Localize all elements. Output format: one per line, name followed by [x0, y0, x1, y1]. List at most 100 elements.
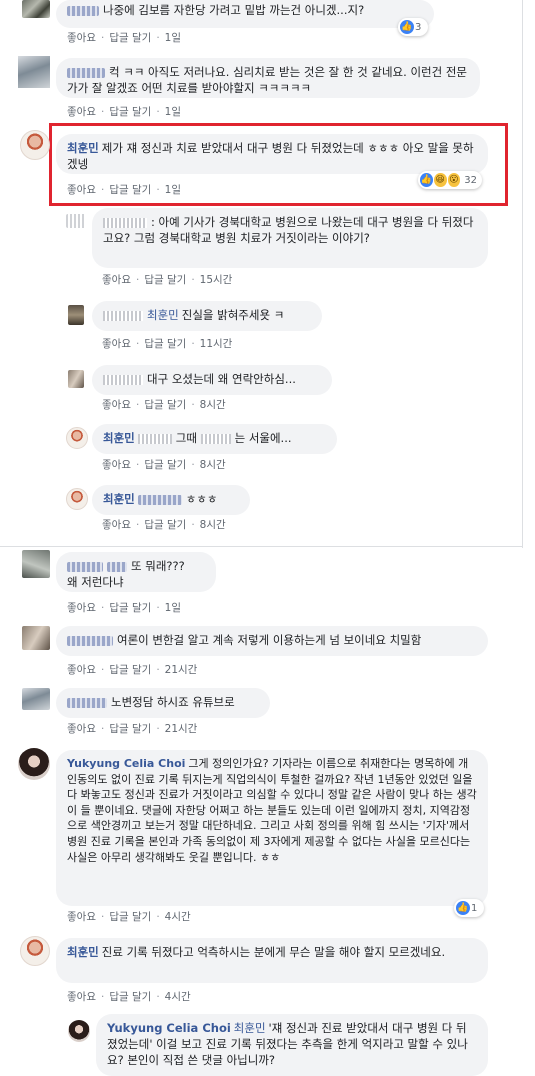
reaction-count[interactable]: 👍 😆 😮 32 — [418, 171, 482, 189]
comment-actions: 좋아요 · 답글 달기 · 1일 — [67, 106, 181, 118]
avatar-choi[interactable] — [20, 936, 50, 966]
comment-actions: 좋아요 · 답글 달기 · 4시간 — [67, 911, 191, 923]
comment-bubble: 최훈민 제가 쟤 정신과 치료 받았대서 대구 병원 다 뒤졌었는데 ㅎㅎㅎ 아오… — [56, 134, 488, 174]
comment-time[interactable]: 21시간 — [165, 664, 198, 676]
avatar[interactable] — [66, 214, 86, 228]
comment-time[interactable]: 1일 — [165, 184, 181, 196]
like-link[interactable]: 좋아요 — [67, 32, 96, 44]
thread-border — [522, 0, 523, 548]
comment-time[interactable]: 4시간 — [165, 911, 191, 923]
blurred-name — [103, 310, 143, 321]
avatar-celia[interactable] — [68, 1020, 90, 1042]
like-link[interactable]: 좋아요 — [102, 338, 131, 350]
reply-bubble: 최훈민 ㅎㅎㅎ — [92, 485, 250, 515]
like-link[interactable]: 좋아요 — [67, 911, 96, 923]
commenter-name[interactable]: 최훈민 — [67, 945, 99, 959]
like-link[interactable]: 좋아요 — [67, 664, 96, 676]
reply-text: ㅎㅎㅎ — [185, 492, 218, 506]
reply-actions: 좋아요 · 답글 달기 · 8시간 — [102, 399, 226, 411]
avatar-choi[interactable] — [66, 427, 88, 449]
comment-time[interactable]: 11시간 — [200, 338, 233, 350]
like-link[interactable]: 좋아요 — [102, 399, 131, 411]
like-link[interactable]: 좋아요 — [67, 106, 96, 118]
like-link[interactable]: 좋아요 — [67, 602, 96, 614]
like-link[interactable]: 좋아요 — [67, 184, 96, 196]
reply-link[interactable]: 답글 달기 — [109, 32, 151, 44]
commenter-name[interactable]: 최훈민 — [103, 431, 135, 445]
comment-bubble: 여론이 변한걸 알고 계속 저렇게 이용하는게 넘 보이네요 치밀함 — [56, 626, 488, 656]
avatar-celia[interactable] — [18, 748, 50, 780]
commenter-name[interactable]: 최훈민 — [67, 141, 99, 155]
comment-actions: 좋아요 · 답글 달기 · 1일 — [67, 184, 181, 196]
comment-actions: 좋아요 · 답글 달기 · 1일 — [67, 32, 181, 44]
reply-link[interactable]: 답글 달기 — [109, 184, 151, 196]
comment-bubble: 노변정담 하시죠 유튜브로 — [56, 688, 270, 718]
reply-link[interactable]: 답글 달기 — [144, 274, 186, 286]
like-link[interactable]: 좋아요 — [102, 459, 131, 471]
avatar[interactable] — [22, 550, 50, 578]
comment-time[interactable]: 1일 — [165, 32, 181, 44]
reply-link[interactable]: 답글 달기 — [109, 911, 151, 923]
commenter-name[interactable]: 최훈민 — [147, 308, 179, 322]
avatar[interactable] — [18, 56, 50, 88]
wow-reaction-icon: 😮 — [447, 173, 461, 187]
comment-time[interactable]: 1일 — [165, 106, 181, 118]
comment-bubble: 또 뭐래??? 왜 저런다냐 — [56, 552, 216, 592]
blurred-name — [67, 561, 103, 572]
comment-time[interactable]: 21시간 — [165, 723, 198, 735]
reply-text: : 아예 기사가 경북대학교 병원으로 나왔는데 대구 병원을 다 뒤졌다고요?… — [103, 215, 474, 245]
reply-link[interactable]: 답글 달기 — [109, 991, 151, 1003]
reply-link[interactable]: 답글 달기 — [109, 106, 151, 118]
reply-bubble: 최훈민 진실을 밝혀주세욧 ㅋ — [92, 301, 322, 331]
reply-link[interactable]: 답글 달기 — [109, 723, 151, 735]
comment-text: 진료 기록 뒤졌다고 억측하시는 분에게 무슨 말을 해야 할지 모르겠네요. — [101, 945, 446, 959]
commenter-name[interactable]: Yukyung Celia Choi — [67, 757, 185, 770]
comment-text: 컥 ㅋㅋ 아직도 저러나요. 심리치료 받는 것은 잘 한 것 같네요. 이런건… — [67, 65, 467, 95]
section-divider — [0, 546, 523, 547]
like-link[interactable]: 좋아요 — [102, 519, 131, 531]
like-link[interactable]: 좋아요 — [102, 274, 131, 286]
comment-time[interactable]: 8시간 — [200, 459, 226, 471]
reply-link[interactable]: 답글 달기 — [144, 519, 186, 531]
avatar[interactable] — [22, 688, 50, 710]
like-reaction-icon: 👍 — [420, 173, 433, 187]
blurred-name — [67, 67, 105, 78]
avatar-choi[interactable] — [66, 488, 88, 510]
reaction-count[interactable]: 👍 3 — [398, 18, 428, 36]
comment-time[interactable]: 8시간 — [200, 519, 226, 531]
blurred-name — [103, 374, 143, 385]
reply-link[interactable]: 답글 달기 — [144, 459, 186, 471]
commenter-name[interactable]: Yukyung Celia Choi — [107, 1021, 231, 1035]
comment-time[interactable]: 8시간 — [200, 399, 226, 411]
blurred-name — [67, 635, 113, 646]
like-link[interactable]: 좋아요 — [67, 991, 96, 1003]
reply-link[interactable]: 답글 달기 — [144, 338, 186, 350]
comment-bubble: 최훈민 진료 기록 뒤졌다고 억측하시는 분에게 무슨 말을 해야 할지 모르겠네… — [56, 938, 488, 983]
haha-reaction-icon: 😆 — [433, 173, 447, 187]
comment-text: 나중에 김보름 자한당 가려고 밑밥 까는건 아니겠...지? — [103, 3, 365, 17]
comment-text-2: 왜 저런다냐 — [67, 575, 124, 589]
reply-bubble: Yukyung Celia Choi 최훈민 '쟤 정신과 진료 받았대서 대구 병… — [96, 1014, 488, 1076]
commenter-name[interactable]: 최훈민 — [103, 492, 135, 506]
reply-link[interactable]: 답글 달기 — [109, 602, 151, 614]
comment-time[interactable]: 4시간 — [165, 991, 191, 1003]
like-reaction-icon: 👍 — [456, 901, 470, 915]
tagged-name[interactable]: 최훈민 — [234, 1021, 266, 1035]
avatar[interactable] — [68, 370, 84, 388]
avatar[interactable] — [22, 626, 50, 650]
comment-time[interactable]: 15시간 — [200, 274, 233, 286]
reply-link[interactable]: 답글 달기 — [109, 664, 151, 676]
like-link[interactable]: 좋아요 — [67, 723, 96, 735]
comment-text: 그게 정의인가요? 기자라는 이름으로 취재한다는 명목하에 개인동의도 없이 … — [67, 757, 477, 864]
avatar-choi[interactable] — [20, 130, 50, 160]
blurred-name — [107, 561, 127, 572]
blurred-name — [67, 697, 107, 708]
comment-time[interactable]: 1일 — [165, 602, 181, 614]
reply-actions: 좋아요 · 답글 달기 · 8시간 — [102, 459, 226, 471]
reaction-count[interactable]: 👍 1 — [454, 899, 484, 917]
avatar[interactable] — [68, 305, 84, 325]
reply-bubble: 대구 오셨는데 왜 연락안하심... — [92, 365, 332, 395]
avatar[interactable] — [22, 0, 50, 18]
reply-text-b: 는 서울에... — [234, 431, 292, 445]
reply-link[interactable]: 답글 달기 — [144, 399, 186, 411]
